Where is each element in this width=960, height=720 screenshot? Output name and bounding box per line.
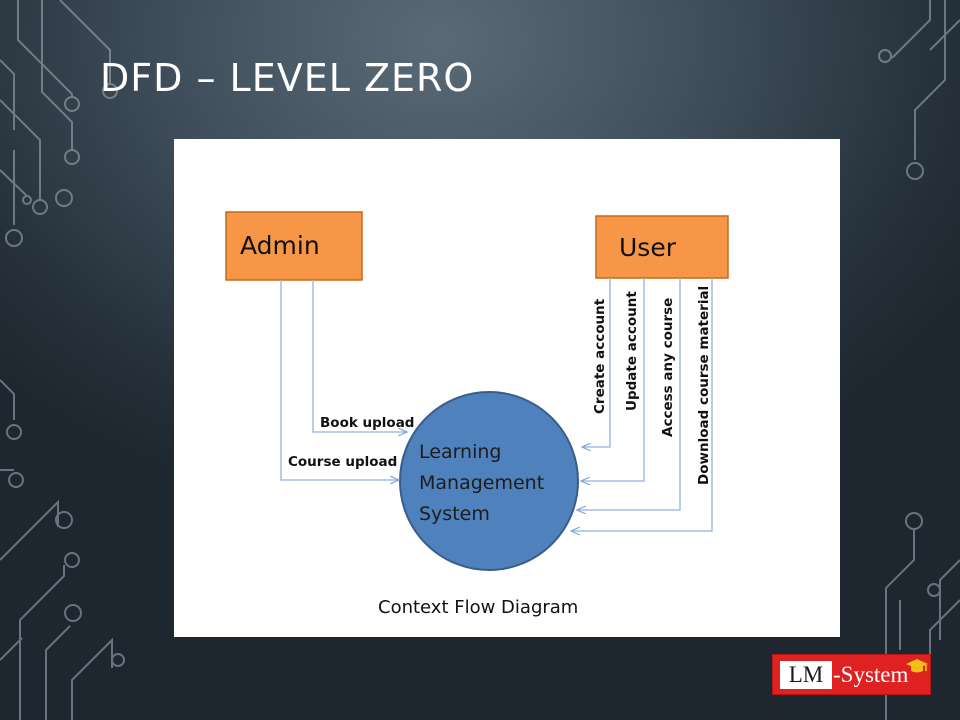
update-account-label: Update account [624, 291, 640, 411]
context-flow-diagram: Admin User Learning Management System Bo… [225, 211, 729, 618]
create-account-label: Create account [592, 298, 608, 414]
process-label-line3: System [419, 503, 490, 525]
book-upload-arrow [312, 280, 407, 432]
logo-lm-text: LM [780, 661, 832, 689]
course-upload-label: Course upload [288, 454, 397, 470]
logo-system-text: -System [833, 662, 909, 687]
download-course-material-label: Download course material [696, 286, 712, 485]
lm-system-logo: LM -System [772, 654, 931, 695]
course-upload-arrow [280, 280, 399, 480]
access-any-course-label: Access any course [660, 298, 676, 437]
slide-title: DFD – LEVEL ZERO [100, 56, 475, 100]
admin-label: Admin [240, 231, 320, 260]
process-label-line1: Learning [419, 441, 502, 463]
graduation-cap-icon [906, 659, 928, 673]
book-upload-label: Book upload [320, 415, 414, 431]
user-label: User [619, 233, 677, 262]
process-label-line2: Management [419, 472, 544, 494]
diagram-panel: Admin User Learning Management System Bo… [174, 139, 840, 637]
diagram-caption: Context Flow Diagram [378, 597, 578, 618]
